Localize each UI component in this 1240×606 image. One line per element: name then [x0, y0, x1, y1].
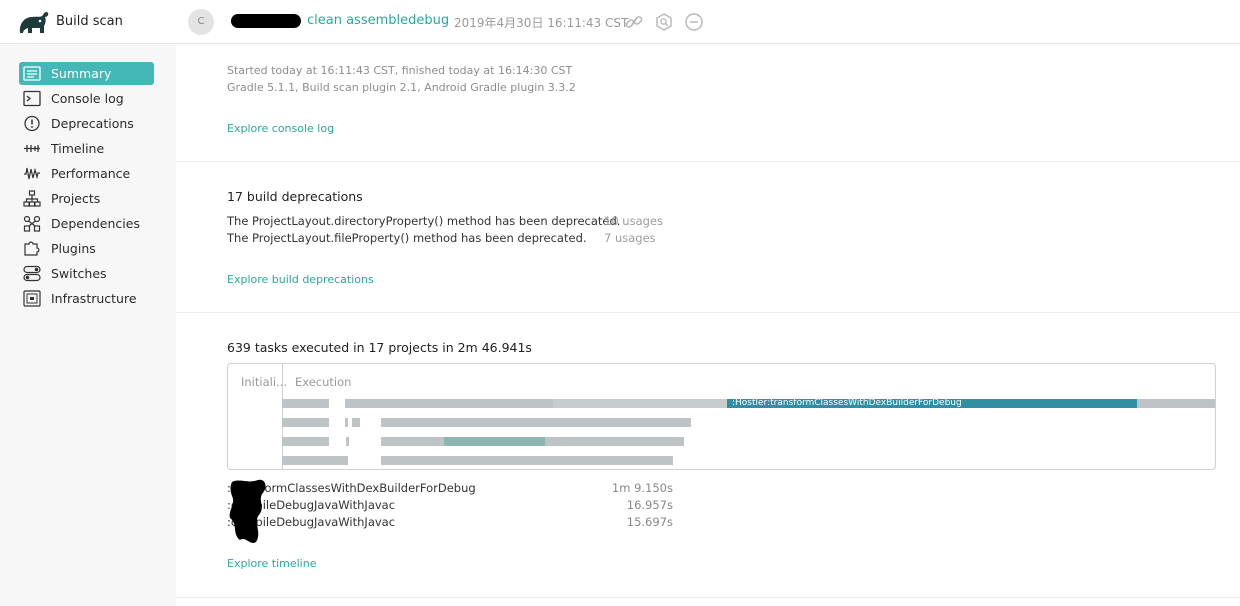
link-icon[interactable]	[624, 12, 644, 32]
timeline-bar[interactable]	[553, 399, 727, 408]
section-divider	[176, 312, 1240, 313]
timeline-bar[interactable]	[381, 437, 444, 446]
sidebar-item-dependencies[interactable]: Dependencies	[19, 212, 154, 235]
performance-icon	[23, 165, 41, 182]
sidebar-item-summary[interactable]: Summary	[19, 62, 154, 85]
timeline-divider	[282, 364, 283, 469]
deprecation-row-text[interactable]: The ProjectLayout.directoryProperty() me…	[227, 214, 620, 228]
sidebar: Summary Console log Deprecations Timelin…	[0, 44, 176, 606]
tasks-heading: 639 tasks executed in 17 projects in 2m …	[227, 340, 532, 355]
explore-timeline-link[interactable]: Explore timeline	[227, 557, 316, 570]
timeline-bar[interactable]	[545, 437, 684, 446]
sidebar-item-console-log[interactable]: Console log	[19, 87, 154, 110]
sidebar-item-performance[interactable]: Performance	[19, 162, 154, 185]
timeline-bar[interactable]	[1137, 399, 1215, 408]
deprecations-icon	[23, 115, 41, 132]
top-bar: Build scan C clean assembledebug 2019年4月…	[0, 0, 1240, 44]
timeline-bar[interactable]	[282, 437, 329, 446]
timeline-icon	[23, 140, 41, 157]
initialization-label: Initiali...	[241, 375, 287, 389]
sidebar-item-label: Infrastructure	[51, 291, 137, 306]
sidebar-item-label: Projects	[51, 191, 101, 206]
execution-label: Execution	[295, 375, 352, 389]
redacted-project-name	[231, 14, 301, 28]
scan-title[interactable]: clean assembledebug	[307, 13, 449, 28]
sidebar-item-label: Console log	[51, 91, 124, 106]
projects-icon	[23, 190, 41, 207]
deprecations-heading: 17 build deprecations	[227, 189, 363, 204]
scan-settings-icon[interactable]	[654, 12, 674, 32]
sidebar-item-projects[interactable]: Projects	[19, 187, 154, 210]
avatar[interactable]: C	[188, 9, 214, 35]
sidebar-item-label: Timeline	[51, 141, 105, 156]
timeline-bar[interactable]	[282, 456, 348, 465]
sidebar-item-timeline[interactable]: Timeline	[19, 137, 154, 160]
redaction-scribble	[228, 476, 270, 546]
highlight-task-label: :Hostler:transformClassesWithDexBuilderF…	[732, 398, 962, 408]
timeline-bar[interactable]	[444, 437, 545, 446]
sidebar-item-label: Switches	[51, 266, 107, 281]
collapse-icon[interactable]	[684, 12, 704, 32]
section-divider	[176, 161, 1240, 162]
dependencies-icon	[23, 215, 41, 232]
scan-date: 2019年4月30日 16:11:43 CST	[454, 16, 629, 30]
task-duration: 1m 9.150s	[611, 481, 673, 495]
timeline-bar-highlight[interactable]: :Hostler:transformClassesWithDexBuilderF…	[727, 399, 1137, 408]
timeline-bar[interactable]	[282, 418, 329, 427]
section-divider	[176, 597, 1240, 598]
timeline-bar[interactable]	[352, 418, 360, 427]
sidebar-item-label: Summary	[51, 66, 112, 81]
console-icon	[23, 90, 41, 107]
versions-text: Gradle 5.1.1, Build scan plugin 2.1, And…	[227, 81, 576, 94]
sidebar-item-deprecations[interactable]: Deprecations	[19, 112, 154, 135]
deprecation-row-text[interactable]: The ProjectLayout.fileProperty() method …	[227, 231, 587, 245]
task-duration: 16.957s	[626, 498, 673, 512]
sidebar-item-plugins[interactable]: Plugins	[19, 237, 154, 260]
sidebar-item-infrastructure[interactable]: Infrastructure	[19, 287, 154, 310]
infrastructure-icon	[23, 290, 41, 307]
plugins-icon	[23, 240, 41, 257]
timeline-bar[interactable]	[345, 399, 553, 408]
timeline-bar[interactable]	[381, 418, 691, 427]
deprecation-row-count: 7 usages	[604, 231, 656, 245]
sidebar-item-label: Dependencies	[51, 216, 140, 231]
timeline-bar[interactable]	[282, 399, 329, 408]
task-duration: 15.697s	[626, 515, 673, 529]
build-time-text: Started today at 16:11:43 CST, finished …	[227, 64, 573, 77]
gradle-elephant-logo[interactable]	[17, 9, 51, 37]
summary-icon	[23, 65, 41, 82]
explore-console-log-link[interactable]: Explore console log	[227, 122, 334, 135]
timeline-chart[interactable]: Initiali... Execution :Hostler:transform…	[227, 363, 1216, 470]
sidebar-item-switches[interactable]: Switches	[19, 262, 154, 285]
brand-title[interactable]: Build scan	[56, 14, 123, 29]
sidebar-item-label: Plugins	[51, 241, 96, 256]
timeline-bar[interactable]	[381, 456, 673, 465]
switches-icon	[23, 265, 41, 282]
sidebar-item-label: Deprecations	[51, 116, 134, 131]
deprecation-row-count: 10 usages	[604, 214, 663, 228]
summary-section	[176, 44, 1240, 161]
timeline-bar[interactable]	[345, 418, 348, 427]
timeline-bar[interactable]	[346, 437, 349, 446]
explore-build-deprecations-link[interactable]: Explore build deprecations	[227, 273, 374, 286]
sidebar-item-label: Performance	[51, 166, 131, 181]
